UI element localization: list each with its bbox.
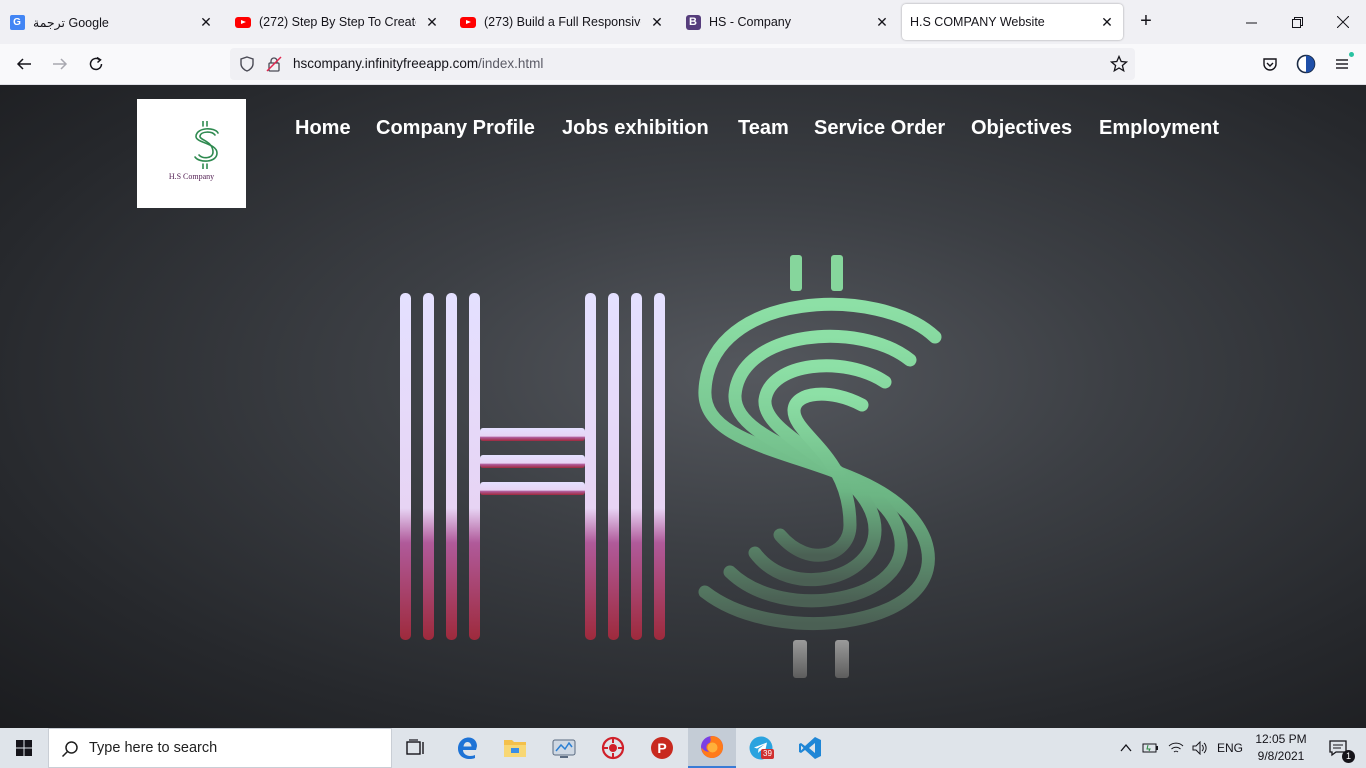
tab-title: (273) Build a Full Responsive Lar bbox=[484, 15, 641, 29]
url-text[interactable]: hscompany.infinityfreeapp.com/index.html bbox=[293, 56, 543, 71]
tab-title: H.S COMPANY Website bbox=[910, 15, 1045, 29]
taskbar-search-box[interactable]: Type here to search bbox=[48, 728, 392, 768]
youtube-icon bbox=[235, 14, 251, 30]
hero-hs-logo bbox=[400, 255, 942, 678]
nav-home[interactable]: Home bbox=[295, 117, 351, 140]
taskbar-clock[interactable]: 12:05 PM 9/8/2021 bbox=[1250, 731, 1312, 765]
update-dot bbox=[1349, 52, 1354, 57]
close-icon bbox=[1337, 16, 1349, 28]
arrow-left-icon bbox=[16, 58, 31, 70]
notification-badge: 39 bbox=[761, 749, 774, 759]
logo-caption: H.S Company bbox=[168, 172, 215, 181]
task-view-button[interactable] bbox=[392, 728, 440, 768]
taskbar-psiphon[interactable]: P bbox=[638, 728, 686, 768]
nav-service-order[interactable]: Service Order bbox=[814, 117, 945, 140]
nav-team[interactable]: Team bbox=[738, 117, 789, 140]
close-icon[interactable]: ✕ bbox=[1099, 14, 1115, 30]
vscode-icon bbox=[799, 737, 821, 759]
action-center-button[interactable]: 1 bbox=[1318, 728, 1358, 768]
nav-jobs-exhibition[interactable]: Jobs exhibition bbox=[562, 117, 709, 140]
firefox-icon bbox=[701, 736, 724, 758]
notification-count-badge: 1 bbox=[1342, 750, 1355, 763]
pocket-button[interactable] bbox=[1256, 50, 1284, 78]
arrow-right-icon bbox=[53, 58, 68, 70]
taskbar-telegram[interactable]: 39 bbox=[737, 728, 785, 768]
tab-title: ترجمة Google bbox=[33, 15, 109, 30]
psiphon-icon: P bbox=[651, 737, 673, 759]
svg-text:P: P bbox=[657, 740, 666, 756]
nav-company-profile[interactable]: Company Profile bbox=[376, 117, 535, 140]
taskbar-edge[interactable] bbox=[443, 728, 491, 768]
close-icon[interactable]: ✕ bbox=[424, 14, 440, 30]
chevron-up-icon[interactable] bbox=[1120, 743, 1132, 753]
tab-hs-company-website[interactable]: H.S COMPANY Website ✕ bbox=[902, 4, 1123, 40]
search-placeholder: Type here to search bbox=[89, 740, 218, 756]
google-translate-icon: G bbox=[9, 14, 25, 30]
youtube-icon bbox=[460, 14, 476, 30]
nav-employment[interactable]: Employment bbox=[1099, 117, 1219, 140]
edge-icon bbox=[458, 737, 477, 759]
menu-button[interactable] bbox=[1328, 50, 1356, 78]
battery-icon[interactable] bbox=[1142, 741, 1160, 755]
speaker-icon[interactable] bbox=[1192, 741, 1208, 755]
bootstrap-icon: B bbox=[685, 14, 701, 30]
url-host: hscompany.infinityfreeapp.com bbox=[293, 56, 479, 71]
tab-strip: G ترجمة Google ✕ (272) Step By Step To C… bbox=[0, 0, 1366, 44]
reload-button[interactable] bbox=[82, 50, 110, 78]
website-content: H.S Company Home Company Profile Jobs ex… bbox=[0, 85, 1366, 728]
taskbar-file-explorer[interactable] bbox=[491, 728, 539, 768]
taskbar-app-monitor[interactable] bbox=[540, 728, 588, 768]
address-bar[interactable]: hscompany.infinityfreeapp.com/index.html bbox=[230, 48, 1135, 80]
taskbar-app-red[interactable] bbox=[589, 728, 637, 768]
close-icon[interactable]: ✕ bbox=[649, 14, 665, 30]
company-logo[interactable]: H.S Company bbox=[137, 99, 246, 208]
url-path: /index.html bbox=[478, 56, 544, 71]
clock-date: 9/8/2021 bbox=[1257, 749, 1305, 763]
close-window-button[interactable] bbox=[1320, 0, 1366, 44]
search-icon bbox=[61, 741, 78, 758]
extension-button[interactable] bbox=[1292, 50, 1320, 78]
windows-logo-icon bbox=[16, 740, 32, 756]
taskbar-vscode[interactable] bbox=[786, 728, 834, 768]
hamburger-menu-icon bbox=[1336, 59, 1348, 69]
tab-title: (272) Step By Step To Create Use bbox=[259, 15, 416, 29]
windows-taskbar: Type here to search P 39 ENG 12:05 PM 9/… bbox=[0, 728, 1366, 768]
navigation-toolbar: hscompany.infinityfreeapp.com/index.html bbox=[0, 44, 1366, 85]
tab-title: HS - Company bbox=[709, 15, 791, 29]
minimize-icon bbox=[1245, 22, 1257, 23]
forward-button[interactable] bbox=[46, 50, 74, 78]
minimize-button[interactable] bbox=[1228, 0, 1274, 44]
bookmark-star-icon[interactable] bbox=[1110, 55, 1128, 73]
close-icon[interactable]: ✕ bbox=[198, 14, 214, 30]
language-indicator[interactable]: ENG bbox=[1217, 741, 1243, 755]
taskbar-firefox[interactable] bbox=[688, 728, 736, 768]
wifi-icon[interactable] bbox=[1168, 741, 1184, 755]
back-button[interactable] bbox=[10, 50, 38, 78]
extension-icon bbox=[1296, 54, 1316, 74]
new-tab-button[interactable]: + bbox=[1134, 10, 1158, 34]
insecure-lock-icon[interactable] bbox=[266, 56, 282, 72]
tab-google-translate[interactable]: G ترجمة Google ✕ bbox=[0, 4, 222, 40]
reload-icon bbox=[89, 56, 103, 71]
task-view-icon bbox=[406, 739, 424, 755]
nav-objectives[interactable]: Objectives bbox=[971, 117, 1072, 140]
tab-youtube-272[interactable]: (272) Step By Step To Create Use ✕ bbox=[226, 4, 448, 40]
site-navigation: Home Company Profile Jobs exhibition Tea… bbox=[0, 117, 1366, 147]
folder-icon bbox=[504, 740, 526, 757]
tab-hs-company[interactable]: B HS - Company ✕ bbox=[676, 4, 898, 40]
close-icon[interactable]: ✕ bbox=[874, 14, 890, 30]
restore-button[interactable] bbox=[1274, 0, 1320, 44]
tab-youtube-273[interactable]: (273) Build a Full Responsive Lar ✕ bbox=[451, 4, 673, 40]
pocket-icon bbox=[1263, 58, 1277, 71]
monitor-app-icon bbox=[552, 739, 576, 758]
system-tray: ENG bbox=[1120, 728, 1243, 768]
gear-red-icon bbox=[601, 736, 625, 760]
restore-icon bbox=[1291, 16, 1303, 28]
clock-time: 12:05 PM bbox=[1255, 732, 1307, 746]
shield-icon[interactable] bbox=[239, 56, 255, 72]
start-button[interactable] bbox=[0, 728, 48, 768]
